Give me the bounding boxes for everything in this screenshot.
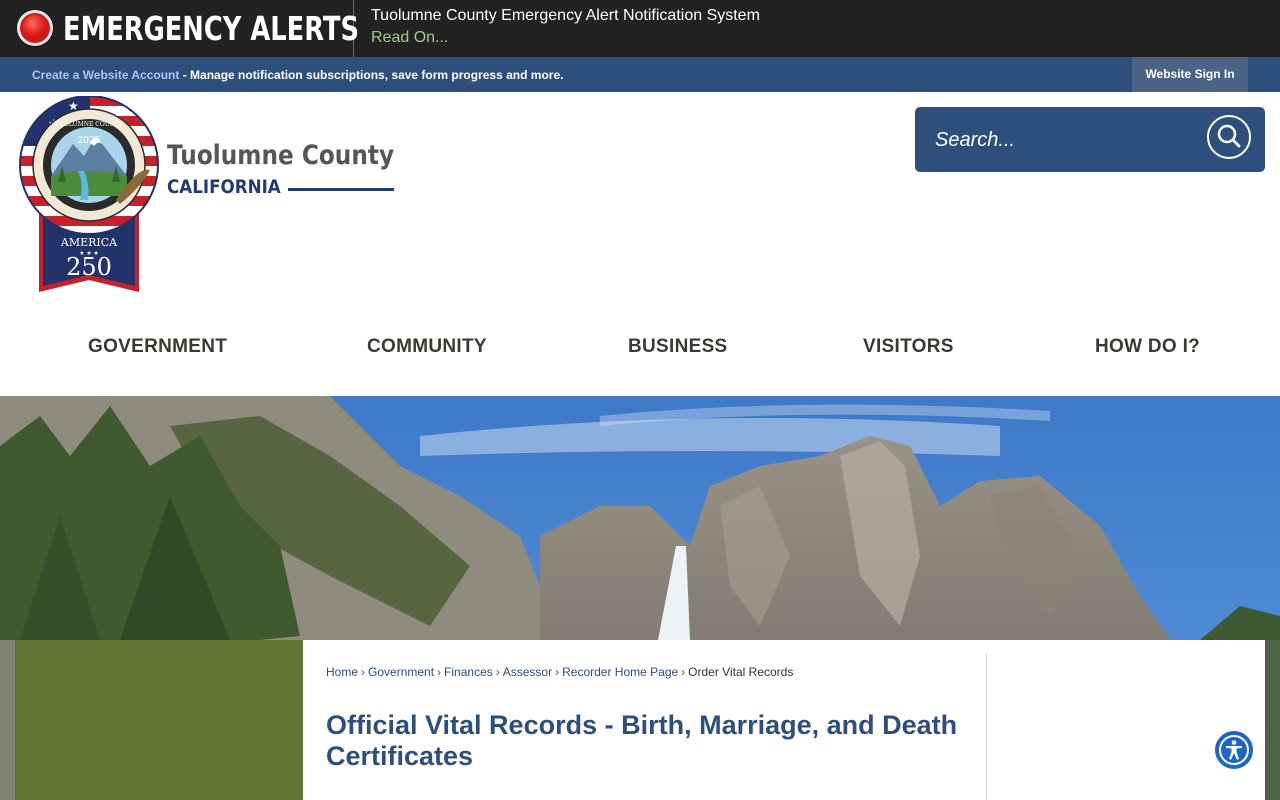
brand-underline [288, 188, 394, 191]
breadcrumb-finances[interactable]: Finances [444, 665, 493, 679]
account-bar: Create a Website Account - Manage notifi… [0, 57, 1280, 92]
search-icon [1217, 124, 1241, 148]
breadcrumb: Home › Government › Finances › Assessor › Record… [326, 665, 793, 679]
website-sign-in-button[interactable]: Website Sign In [1132, 57, 1248, 92]
logo-250-text: 250 [66, 253, 112, 281]
account-description: - Manage notification subscriptions, sav… [179, 68, 564, 82]
create-account-link[interactable]: Create a Website Account [32, 68, 179, 82]
search-box [915, 107, 1265, 172]
main-content: Home › Government › Finances › Assessor › Record… [303, 640, 1265, 800]
account-message: Create a Website Account - Manage notifi… [32, 68, 563, 82]
nav-community[interactable]: COMMUNITY [367, 336, 487, 358]
breadcrumb-assessor[interactable]: Assessor [503, 665, 552, 679]
accessibility-button[interactable] [1213, 729, 1255, 771]
breadcrumb-home[interactable]: Home [326, 665, 358, 679]
breadcrumb-government[interactable]: Government [368, 665, 434, 679]
emergency-alerts-header[interactable]: EMERGENCY ALERTS [0, 0, 359, 57]
state-name: CALIFORNIA [167, 176, 281, 198]
svg-text:★: ★ [30, 103, 44, 120]
breadcrumb-separator: › [555, 665, 560, 679]
read-on-link[interactable]: Read On... [371, 29, 448, 47]
breadcrumb-separator: › [361, 665, 366, 679]
breadcrumb-separator: › [437, 665, 442, 679]
search-button[interactable] [1207, 115, 1251, 159]
search-input[interactable] [935, 127, 1195, 153]
accessibility-icon [1219, 735, 1249, 765]
nav-visitors[interactable]: VISITORS [863, 336, 954, 358]
nav-government[interactable]: GOVERNMENT [88, 336, 227, 358]
breadcrumb-separator: › [495, 665, 500, 679]
logo-america-text: AMERICA [60, 236, 118, 249]
emergency-alerts-title: EMERGENCY ALERTS [63, 9, 360, 48]
alert-light-icon [17, 10, 53, 46]
page-title: Official Vital Records - Birth, Marriage… [326, 710, 958, 771]
main-navigation: GOVERNMENT COMMUNITY BUSINESS VISITORS H… [0, 320, 1280, 372]
logo-year-text: 2026 [78, 136, 101, 146]
logo-ring-text: TUOLUMNE COUNTY [55, 121, 124, 128]
alert-message: Tuolumne County Emergency Alert Notifica… [371, 7, 760, 24]
emergency-alert-bar: EMERGENCY ALERTS Tuolumne County Emergen… [0, 0, 1280, 57]
nav-business[interactable]: BUSINESS [628, 336, 728, 358]
breadcrumb-recorder-home[interactable]: Recorder Home Page [562, 665, 678, 679]
breadcrumb-current: Order Vital Records [688, 665, 794, 679]
county-seal-logo[interactable]: AMERICA ★ ★ ★ 250 ★ ★ ★ 2026 TUOLUMNE CO… [18, 96, 160, 294]
breadcrumb-separator: › [681, 665, 686, 679]
content-divider [986, 653, 987, 800]
nav-how-do-i[interactable]: HOW DO I? [1095, 336, 1200, 358]
side-navigation-panel [15, 640, 303, 800]
county-name[interactable]: Tuolumne County [167, 140, 394, 171]
